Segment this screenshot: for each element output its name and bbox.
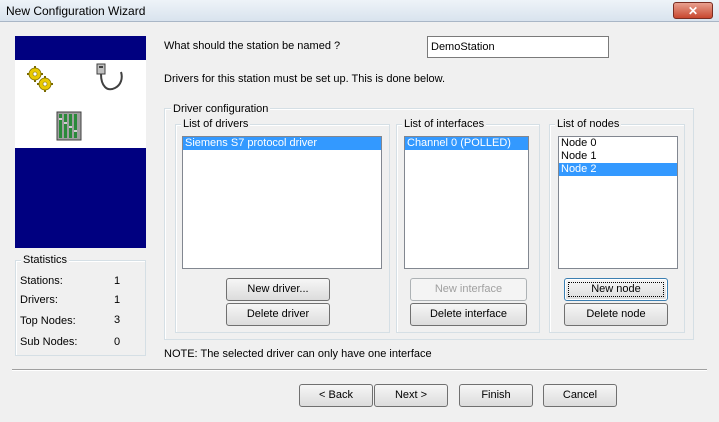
list-item[interactable]: Node 2: [559, 163, 677, 176]
new-node-button[interactable]: New node: [564, 278, 668, 301]
cable-icon: [96, 63, 123, 91]
plc-rack-icon: [56, 111, 82, 141]
list-item[interactable]: Node 1: [559, 150, 677, 163]
interfaces-group-title: List of interfaces: [402, 118, 487, 130]
delete-node-button[interactable]: Delete node: [564, 303, 668, 326]
drivers-group-title: List of drivers: [181, 118, 251, 130]
next-button[interactable]: Next >: [374, 384, 448, 407]
stat-label-stations: Stations:: [20, 275, 63, 287]
interfaces-list[interactable]: Channel 0 (POLLED): [404, 136, 529, 269]
finish-button[interactable]: Finish: [459, 384, 533, 407]
footer-separator: [12, 369, 707, 371]
stat-label-sub-nodes: Sub Nodes:: [20, 336, 78, 348]
window-title: New Configuration Wizard: [6, 4, 146, 18]
statistics-title: Statistics: [21, 254, 70, 266]
station-name-prompt: What should the station be named ?: [164, 40, 341, 52]
back-button[interactable]: < Back: [299, 384, 373, 407]
close-icon: ✕: [687, 4, 699, 18]
wizard-illustration: [15, 60, 146, 148]
delete-driver-button[interactable]: Delete driver: [226, 303, 330, 326]
driver-configuration-title: Driver configuration: [171, 103, 271, 115]
nodes-list[interactable]: Node 0 Node 1 Node 2: [558, 136, 678, 269]
title-bar: New Configuration Wizard ✕: [0, 0, 719, 22]
stat-value-sub-nodes: 0: [114, 336, 121, 348]
list-item[interactable]: Channel 0 (POLLED): [405, 137, 528, 150]
list-item[interactable]: Node 0: [559, 137, 677, 150]
station-name-input[interactable]: [427, 36, 609, 58]
stat-value-top-nodes: 3: [114, 314, 121, 326]
drivers-info-text: Drivers for this station must be set up.…: [164, 73, 446, 85]
cancel-button[interactable]: Cancel: [543, 384, 617, 407]
stat-label-drivers: Drivers:: [20, 294, 58, 306]
delete-interface-button[interactable]: Delete interface: [410, 303, 527, 326]
stat-value-stations: 1: [114, 275, 121, 287]
close-button[interactable]: ✕: [673, 2, 713, 19]
gears-icon: [27, 66, 53, 92]
drivers-list[interactable]: Siemens S7 protocol driver: [182, 136, 382, 269]
interface-note: NOTE: The selected driver can only have …: [164, 348, 432, 360]
list-item[interactable]: Siemens S7 protocol driver: [183, 137, 381, 150]
new-driver-button[interactable]: New driver...: [226, 278, 330, 301]
nodes-group-title: List of nodes: [555, 118, 622, 130]
stat-label-top-nodes: Top Nodes:: [20, 315, 76, 327]
new-interface-button[interactable]: New interface: [410, 278, 527, 301]
stat-value-drivers: 1: [114, 294, 121, 306]
